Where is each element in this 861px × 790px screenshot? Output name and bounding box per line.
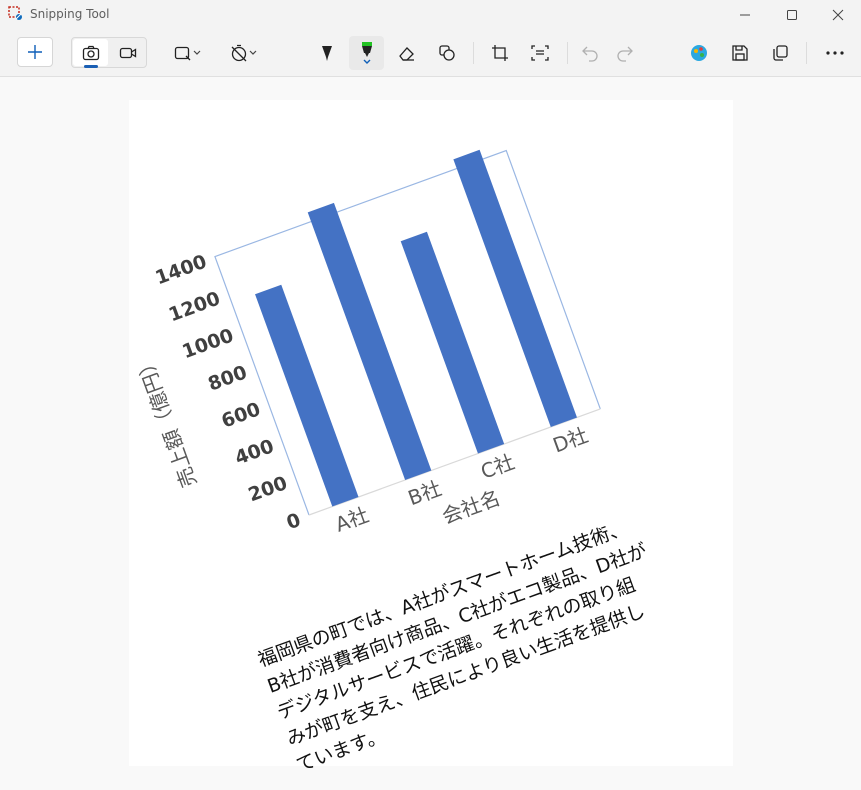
close-button[interactable] [815, 0, 861, 30]
capture-canvas: 0 200 400 600 800 1000 1200 1400 A社 B社 C社 D社会社名 売上額（… [0, 77, 861, 790]
y-axis-label: 売上額（億円） [131, 351, 201, 491]
ballpoint-pen-button[interactable] [312, 38, 342, 68]
window-title: Snipping Tool [30, 7, 110, 21]
toolbar-divider [567, 42, 568, 64]
y-tick-label: 800 [205, 361, 250, 395]
undo-icon [582, 46, 598, 62]
highlighter-icon [361, 42, 372, 64]
shapes-icon [439, 45, 455, 61]
crop-icon [492, 45, 508, 61]
x-tick-label: C社 [477, 450, 517, 484]
title-bar: Snipping Tool [0, 0, 861, 30]
close-icon [832, 9, 844, 21]
copy-icon [773, 45, 788, 61]
chevron-down-icon [193, 50, 201, 55]
y-tick-label: 1400 [152, 251, 209, 290]
new-snip-button[interactable] [17, 37, 53, 67]
screenshot-mode-button[interactable] [73, 39, 108, 66]
redo-icon [617, 46, 633, 62]
crop-button[interactable] [485, 38, 515, 68]
toolbar-divider [806, 42, 807, 64]
bar [255, 284, 359, 507]
minimize-icon [740, 14, 750, 16]
redo-button[interactable] [610, 38, 640, 68]
y-tick-label: 0 [284, 509, 304, 534]
y-tick-label: 200 [245, 472, 290, 506]
paint-edit-button[interactable] [684, 38, 714, 68]
snipping-tool-app-icon [8, 6, 22, 20]
x-tick-label: D社 [550, 423, 591, 458]
delay-timer-dropdown[interactable] [224, 38, 264, 68]
y-tick-label: 400 [232, 435, 277, 469]
x-tick-label: B社 [405, 476, 445, 510]
copy-button[interactable] [765, 38, 795, 68]
more-icon [826, 51, 844, 55]
y-tick-label: 600 [219, 398, 264, 432]
maximize-icon [787, 10, 797, 20]
x-tick-label: A社 [332, 503, 372, 537]
save-button[interactable] [725, 38, 755, 68]
plus-icon [28, 45, 42, 59]
shapes-button[interactable] [432, 38, 462, 68]
snip-shape-dropdown[interactable] [170, 38, 206, 68]
minimize-button[interactable] [722, 0, 768, 30]
more-options-button[interactable] [820, 38, 850, 68]
active-mode-indicator [84, 65, 98, 68]
y-tick-label: 1200 [166, 288, 223, 327]
pen-icon [322, 46, 332, 61]
toolbar-divider [473, 42, 474, 64]
highlighter-button[interactable] [349, 36, 384, 70]
video-camera-icon [119, 47, 137, 58]
undo-button[interactable] [575, 38, 605, 68]
text-actions-button[interactable] [525, 38, 555, 68]
chart-plot: 0 200400600800100012001400 A社 B社 C社 D社会社名 売上額（… [131, 149, 601, 537]
chevron-down-icon [249, 50, 257, 55]
paint-icon [691, 45, 707, 61]
save-icon [732, 45, 748, 61]
bar [400, 231, 505, 454]
x-axis-label: 会社名 [439, 486, 504, 529]
eraser-icon [399, 47, 414, 61]
maximize-button[interactable] [769, 0, 815, 30]
y-tick-label: 1000 [179, 324, 236, 363]
text-actions-icon [531, 45, 549, 61]
eraser-button[interactable] [392, 38, 422, 68]
video-mode-button[interactable] [111, 39, 145, 66]
toolbar [0, 30, 861, 77]
camera-icon [82, 45, 99, 60]
captured-image: 0 200 400 600 800 1000 1200 1400 A社 B社 C社 D社会社名 売上額（… [129, 100, 733, 777]
no-timer-icon [231, 44, 247, 62]
rectangle-snip-icon [174, 46, 191, 61]
